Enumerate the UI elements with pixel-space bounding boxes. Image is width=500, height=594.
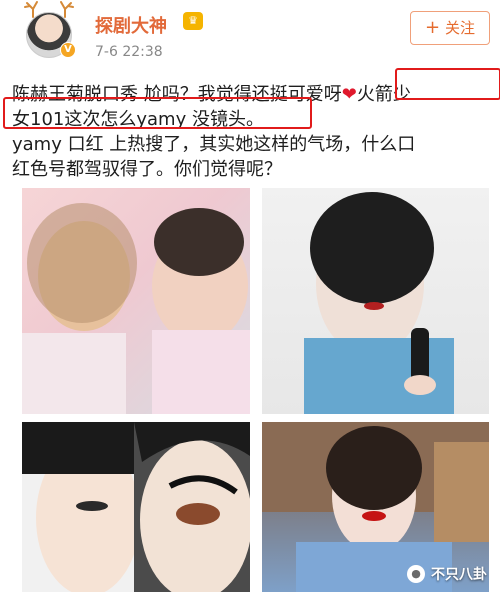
- post-header: V 探剧大神 ♛ 7-6 22:38 + 关注: [0, 0, 500, 68]
- plus-icon: +: [424, 17, 441, 38]
- heart-icon: ❤: [341, 84, 357, 105]
- post-image-1[interactable]: [22, 188, 250, 414]
- highlight-box: [3, 97, 312, 129]
- avatar-container[interactable]: V: [12, 0, 82, 66]
- highlight-box: [395, 68, 500, 100]
- post-timestamp: 7-6 22:38: [95, 44, 163, 60]
- post-line-4: 红色号都驾驭得了。你们觉得呢？: [12, 159, 282, 180]
- photo-illustration: [304, 192, 454, 414]
- post-image-3[interactable]: [22, 422, 250, 592]
- vip-crown-icon: ♛: [183, 12, 203, 30]
- watermark-label: 不只八卦: [431, 567, 487, 583]
- post-image-2[interactable]: [262, 188, 489, 414]
- wechat-icon: ●: [407, 565, 425, 583]
- post-line-3: yamy 口红 上热搜了，其实她这样的气场，什么口: [12, 134, 416, 155]
- verified-badge: V: [60, 42, 76, 58]
- watermark: ● 不只八卦: [407, 564, 487, 584]
- username[interactable]: 探剧大神: [95, 12, 167, 38]
- follow-button[interactable]: + 关注: [410, 11, 490, 45]
- follow-button-label: 关注: [445, 19, 476, 37]
- photo-illustration: [22, 422, 250, 592]
- photo-illustration: [22, 203, 250, 414]
